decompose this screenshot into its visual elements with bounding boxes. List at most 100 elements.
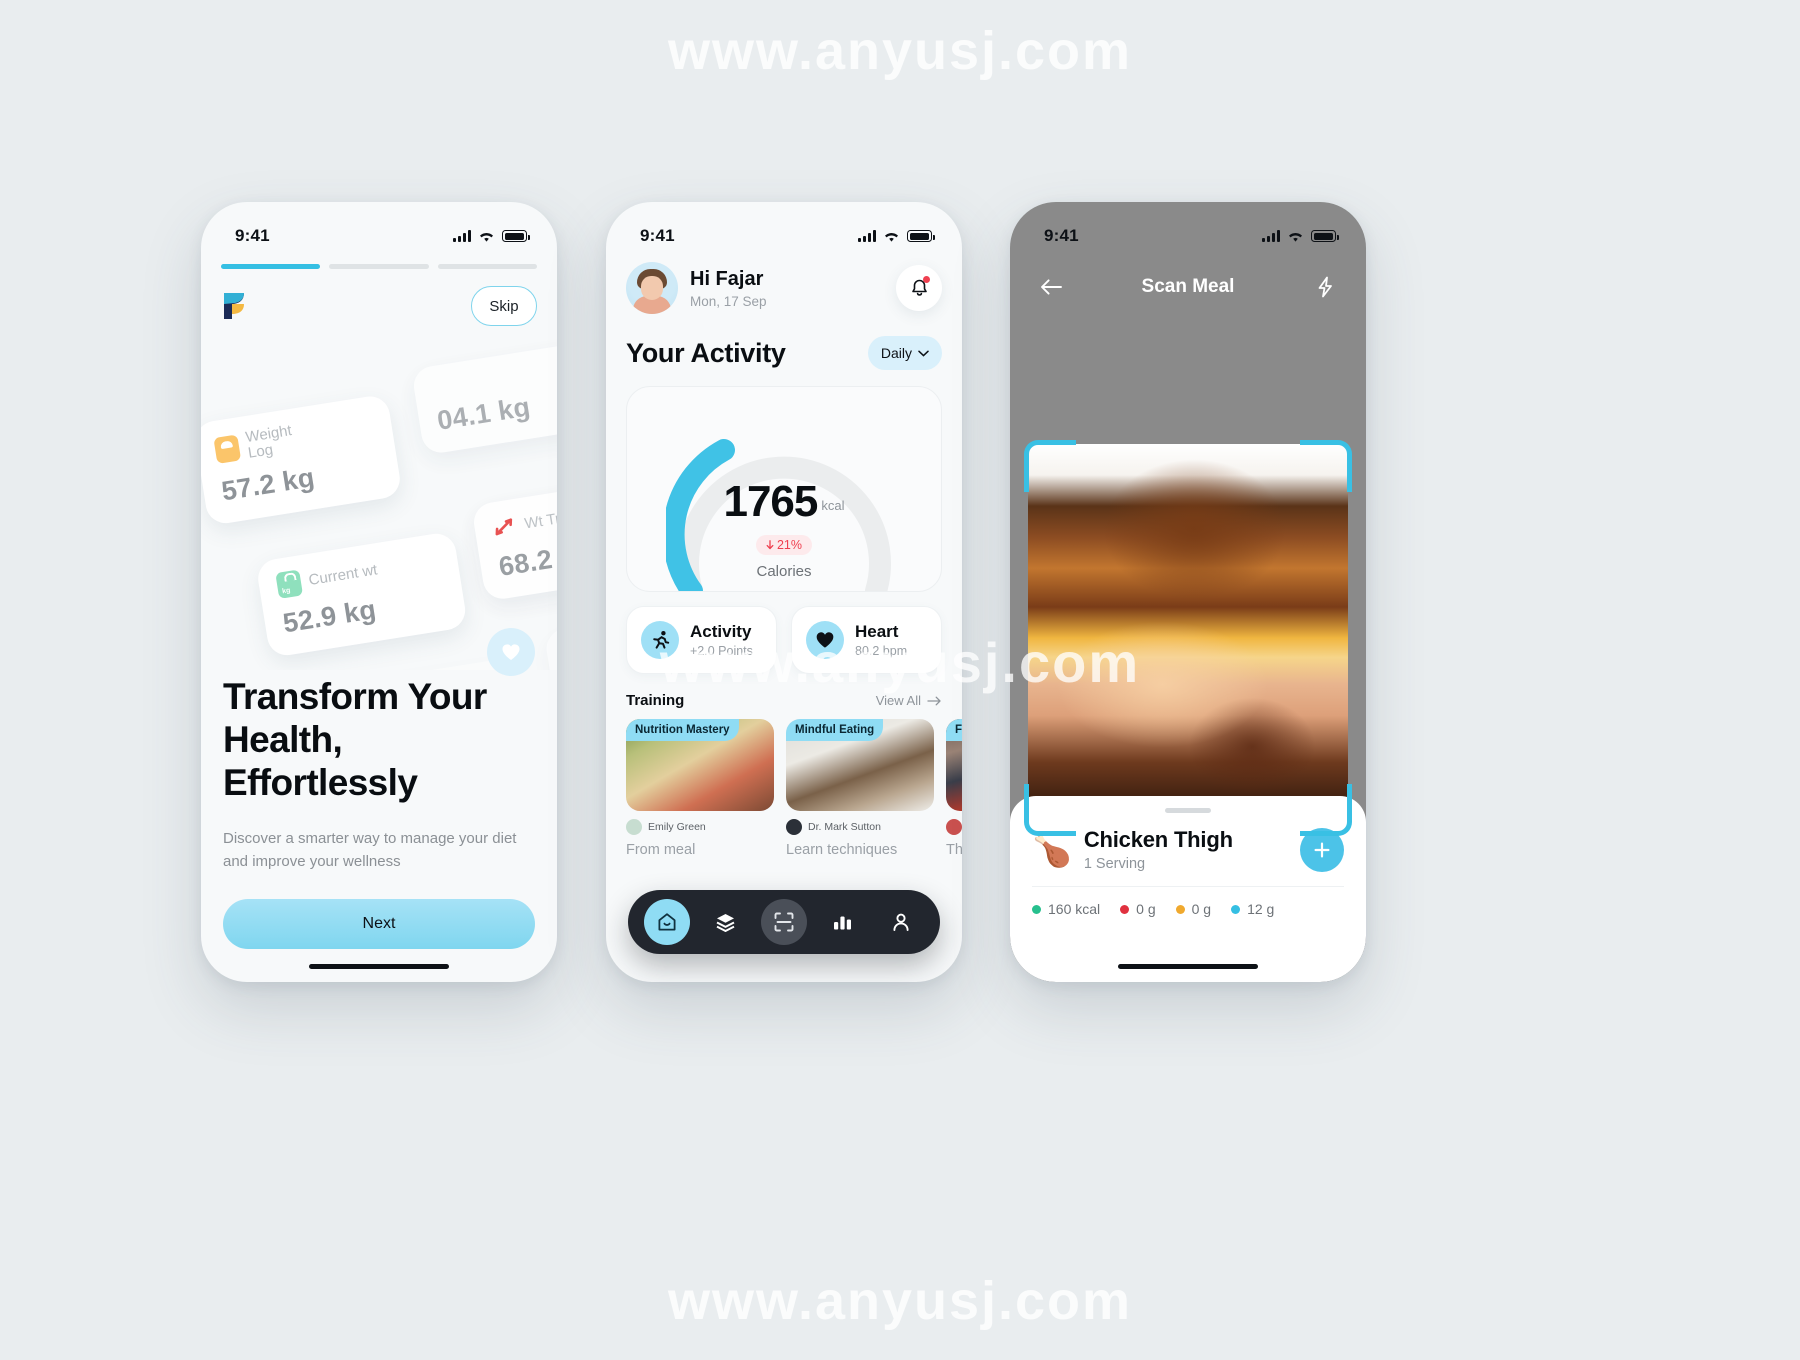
training-card[interactable]: Mindful Eating Dr. Mark Sutton Learn tec… xyxy=(786,719,934,860)
heart-stat-sub: 80.2 bpm xyxy=(855,643,908,658)
calorie-ring-card: 1765 kcal 21% Calories xyxy=(626,386,942,592)
scan-body: Scan Meal 🍗 Chicken Thigh 1 Serving 160 … xyxy=(1010,256,1366,982)
training-section-header: Training View All xyxy=(626,692,942,709)
tab-scan[interactable] xyxy=(760,899,807,945)
change-percent: 21% xyxy=(776,538,803,552)
avatar xyxy=(946,819,962,835)
meal-summary-row: 🍗 Chicken Thigh 1 Serving xyxy=(1032,827,1344,872)
training-card-list: Nutrition Mastery Emily Green From meal … xyxy=(626,719,962,860)
avatar[interactable] xyxy=(626,262,678,314)
status-badge: 21% xyxy=(755,535,813,555)
home-indicator xyxy=(309,964,449,969)
progress-step-2 xyxy=(329,264,429,269)
meal-text: Chicken Thigh 1 Serving xyxy=(1084,827,1233,872)
flash-icon xyxy=(1318,276,1332,298)
training-author: Lisa C xyxy=(946,819,962,835)
skip-button[interactable]: Skip xyxy=(471,286,537,326)
period-filter-label: Daily xyxy=(880,345,912,361)
progress-step-3 xyxy=(437,264,537,269)
wifi-icon xyxy=(480,232,493,242)
arrows-icon xyxy=(491,513,519,542)
heart-icon xyxy=(806,621,844,659)
date-text: Mon, 17 Sep xyxy=(690,294,767,309)
onboarding-progress xyxy=(221,264,537,269)
section-title: Your Activity xyxy=(626,337,786,368)
back-button[interactable] xyxy=(1034,270,1068,304)
macro-value: 0 g xyxy=(1191,901,1212,917)
macro-item: 0 g xyxy=(1175,901,1212,917)
next-button[interactable]: Next xyxy=(223,899,535,950)
arrow-left-icon xyxy=(1040,279,1062,295)
status-time: 9:41 xyxy=(1044,226,1079,245)
current-weight-label: Current wt xyxy=(307,561,379,590)
macro-dot xyxy=(1032,904,1041,914)
weight-log-card: Weight Log 57.2 kg xyxy=(201,393,403,526)
heart-stat-card[interactable]: Heart 80.2 bpm xyxy=(791,606,942,674)
next-label: Next xyxy=(362,915,396,933)
tab-stats[interactable] xyxy=(819,899,865,945)
weight-track-label: Wt Track xyxy=(523,506,557,533)
arrow-down-icon xyxy=(766,540,774,550)
calorie-value: 1765 xyxy=(723,477,818,526)
calorie-unit: kcal xyxy=(821,498,845,513)
dashboard-body: Hi Fajar Mon, 17 Sep Your Activity Daily xyxy=(606,256,962,982)
macro-dot xyxy=(1120,904,1130,914)
status-icons xyxy=(453,230,530,243)
battery-icon xyxy=(907,230,935,242)
training-badge: Fitness xyxy=(946,719,962,741)
wifi-icon xyxy=(885,232,898,242)
period-filter-dropdown[interactable]: Daily xyxy=(867,336,942,370)
running-icon xyxy=(641,621,679,659)
home-icon xyxy=(658,913,676,931)
dashboard-header: Hi Fajar Mon, 17 Sep xyxy=(626,256,942,314)
bottom-tab-bar xyxy=(628,890,940,954)
page-title: Transform Your Health, Effortlessly xyxy=(223,676,487,803)
calorie-ring-center: 1765 kcal 21% Calories xyxy=(666,477,902,580)
heart-icon xyxy=(487,628,535,676)
training-author: Emily Green xyxy=(626,819,774,835)
tab-layers[interactable] xyxy=(703,899,749,945)
phone-scan-meal: 9:41 Scan Meal 🍗 Chicken Thigh 1 Serving… xyxy=(1010,202,1366,982)
view-all-link[interactable]: View All xyxy=(876,693,942,708)
scan-navbar: Scan Meal xyxy=(1010,256,1366,312)
training-badge: Nutrition Mastery xyxy=(626,719,739,741)
activity-stat-card[interactable]: Activity +2.0 Points xyxy=(626,606,777,674)
notification-button[interactable] xyxy=(896,265,942,311)
current-weight-card: Current wt 52.9 kg xyxy=(255,530,469,659)
weight-track-card: Wt Track 68.2 kg xyxy=(471,477,557,602)
calorie-caption: Calories xyxy=(756,563,812,580)
weight-icon xyxy=(275,569,304,599)
watermark-bottom: www.anyusj.com xyxy=(667,1271,1133,1331)
divider xyxy=(1032,886,1344,887)
tab-profile[interactable] xyxy=(878,899,924,945)
scan-viewfinder[interactable] xyxy=(1024,440,1352,836)
bar-chart-icon xyxy=(833,916,851,930)
status-icons xyxy=(1262,230,1339,243)
training-label: Training xyxy=(626,692,685,709)
tab-home[interactable] xyxy=(644,899,691,945)
watermark-top: www.anyusj.com xyxy=(667,21,1133,81)
macro-value: 160 kcal xyxy=(1048,901,1101,917)
training-author-name: Emily Green xyxy=(648,821,706,833)
sheet-grab-handle[interactable] xyxy=(1165,808,1211,813)
training-card[interactable]: Nutrition Mastery Emily Green From meal xyxy=(626,719,774,860)
training-card[interactable]: Fitness Lisa C This p cus xyxy=(946,719,962,860)
training-description: From meal xyxy=(626,842,696,858)
phone-onboarding: 9:41 Weight Log 57.2 kg 04.1 kg kg Curre… xyxy=(201,202,557,982)
heart-ghost-card: H xyxy=(543,608,557,670)
training-author-name: Dr. Mark Sutton xyxy=(808,821,881,833)
heart-stat-text: Heart 80.2 bpm xyxy=(855,622,907,658)
flash-button[interactable] xyxy=(1308,270,1342,304)
onboarding-body: Weight Log 57.2 kg 04.1 kg Current wt xyxy=(201,256,557,982)
person-icon xyxy=(893,913,909,931)
scan-icon xyxy=(774,912,794,932)
weight-log-label: Weight Log xyxy=(244,422,293,462)
training-description: This p cus xyxy=(946,842,962,858)
scale-icon xyxy=(213,434,242,464)
layers-icon xyxy=(716,913,735,932)
avatar xyxy=(786,819,802,835)
status-bar: 9:41 xyxy=(606,202,962,256)
activity-stat-sub: +2.0 Points xyxy=(690,643,753,658)
wifi-icon xyxy=(1289,232,1302,242)
page-subtitle: Discover a smarter way to manage your di… xyxy=(223,829,517,870)
